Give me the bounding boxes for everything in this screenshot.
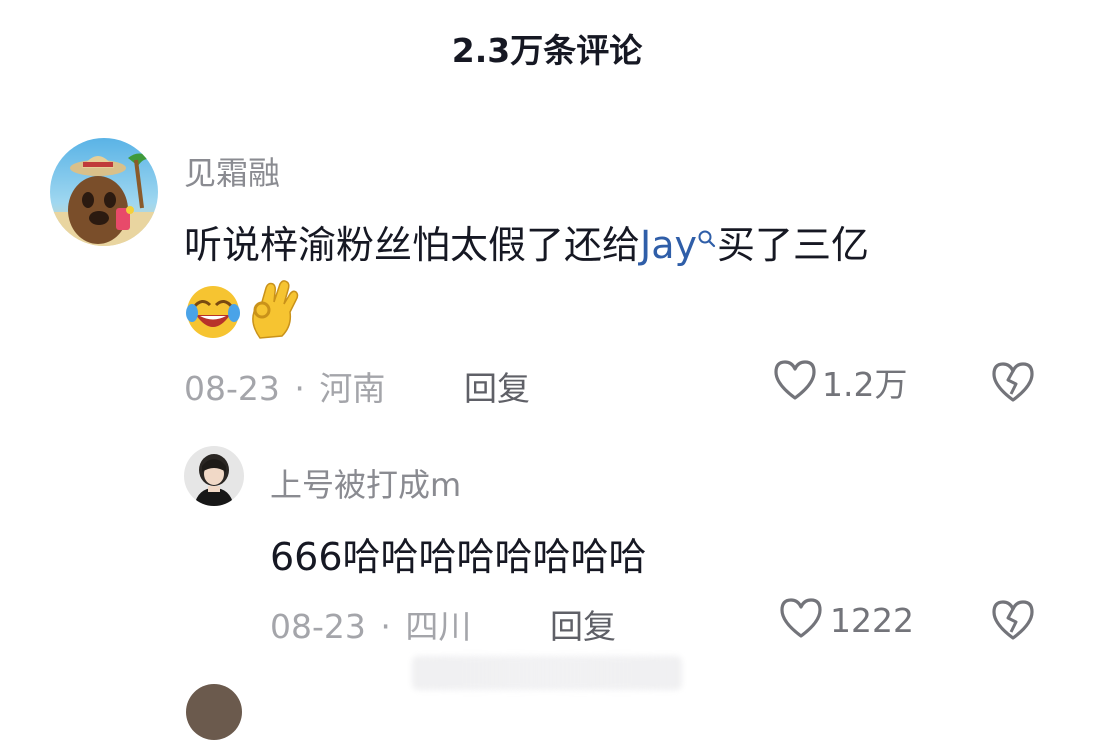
comment-date: 08-23 — [184, 369, 280, 408]
reply-date: 08-23 — [270, 607, 366, 646]
meta-separator: · — [380, 607, 391, 646]
laughing-crying-emoji — [184, 283, 242, 345]
reply-button[interactable]: 回复 — [550, 600, 616, 648]
search-icon[interactable] — [697, 214, 717, 258]
watermark — [412, 656, 682, 690]
comments-count-title: 2.3万条评论 — [451, 31, 643, 70]
like-button[interactable]: 1222 — [778, 596, 914, 644]
heart-outline-icon — [772, 358, 818, 406]
reply-meta: 08-23 · 四川 — [270, 600, 471, 648]
reply-text: 666哈哈哈哈哈哈哈哈 — [270, 535, 647, 579]
next-comment-avatar[interactable] — [186, 684, 242, 740]
avatar[interactable] — [50, 138, 158, 246]
meta-separator: · — [294, 369, 305, 408]
broken-heart-icon[interactable] — [990, 360, 1036, 408]
like-button[interactable]: 1.2万 — [772, 358, 907, 406]
reply-location: 四川 — [405, 607, 472, 646]
comment-text-before: 听说梓渝粉丝怕太假了还给 — [184, 223, 641, 267]
comment-text-after: 买了三亿 — [717, 223, 870, 267]
comment-text: 听说梓渝粉丝怕太假了还给Jay 买了三亿 — [184, 214, 869, 269]
reply-button[interactable]: 回复 — [464, 362, 530, 410]
ok-hand-emoji — [246, 278, 302, 344]
comment-username[interactable]: 见霜融 — [184, 148, 280, 194]
reply-avatar[interactable] — [184, 446, 244, 506]
like-count: 1222 — [830, 600, 914, 640]
comment-meta: 08-23 · 河南 — [184, 362, 385, 410]
like-count: 1.2万 — [822, 365, 908, 404]
mention-link[interactable]: Jay — [640, 223, 697, 267]
heart-outline-icon — [778, 596, 824, 644]
reply-username[interactable]: 上号被打成m — [270, 460, 461, 506]
broken-heart-icon[interactable] — [990, 598, 1036, 646]
comment-location: 河南 — [319, 369, 386, 408]
